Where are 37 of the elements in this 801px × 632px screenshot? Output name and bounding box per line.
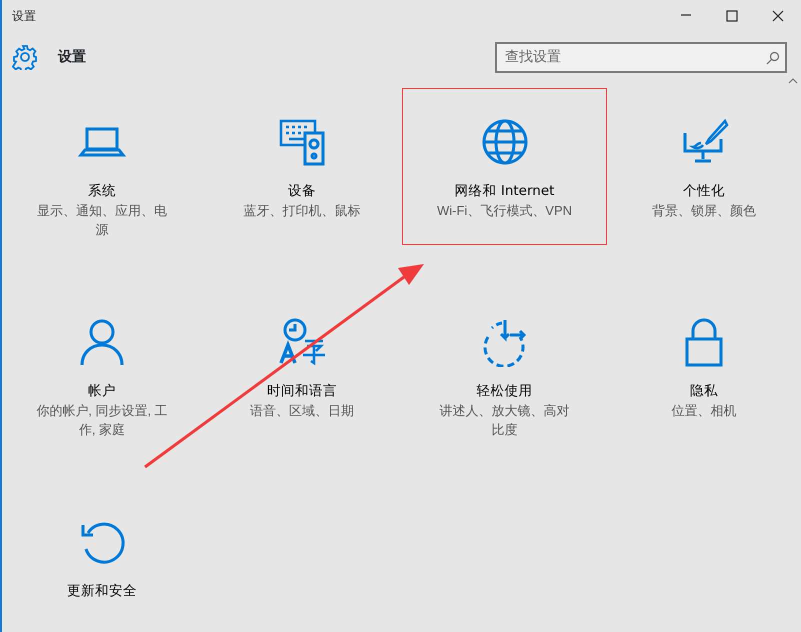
search-field[interactable]: 查找设置: [495, 42, 787, 72]
clock-letters-icon: [277, 317, 327, 367]
settings-tile[interactable]: 轻松使用 讲述人、放大镜、高对比度: [402, 288, 607, 488]
maximize-icon: [726, 10, 738, 22]
close-icon: [772, 10, 784, 22]
settings-tile[interactable]: 设备 蓝牙、打印机、鼠标: [202, 88, 402, 288]
tile-title: 轻松使用: [476, 382, 532, 401]
tile-description: 语音、区域、日期: [249, 402, 355, 420]
settings-tile[interactable]: 系统 显示、通知、应用、电源: [2, 88, 202, 288]
tile-title: 系统: [88, 182, 116, 201]
settings-tile[interactable]: 更新和安全: [2, 488, 202, 632]
tile-description: 位置、相机: [670, 402, 738, 420]
tile-description: 你的帐户, 同步设置, 工作, 家庭: [35, 402, 169, 440]
settings-tile[interactable]: 网络和 Internet Wi-Fi、飞行模式、VPN: [402, 88, 607, 245]
settings-icon: [12, 44, 38, 70]
tile-title: 设备: [288, 182, 316, 201]
tile-description: 蓝牙、打印机、鼠标: [242, 202, 362, 220]
keyboard-speaker-icon: [277, 117, 327, 167]
settings-tile[interactable]: 个性化 背景、锁屏、颜色: [607, 88, 801, 288]
settings-tile[interactable]: 时间和语言 语音、区域、日期: [202, 288, 402, 488]
tile-description: 讲述人、放大镜、高对比度: [438, 402, 570, 440]
settings-tile[interactable]: 隐私 位置、相机: [607, 288, 801, 488]
globe-icon: [480, 117, 530, 167]
tile-title: 更新和安全: [67, 582, 137, 601]
tile-title: 帐户: [88, 382, 116, 401]
page-title: 设置: [58, 48, 87, 66]
search-icon: [766, 50, 780, 64]
scroll-up-icon: [788, 77, 798, 85]
window-title: 设置: [11, 8, 37, 25]
settings-tile[interactable]: 帐户 你的帐户, 同步设置, 工作, 家庭: [2, 288, 202, 488]
tile-description: 背景、锁屏、颜色: [651, 202, 757, 220]
tile-description: Wi-Fi、飞行模式、VPN: [436, 202, 573, 220]
tile-title: 个性化: [683, 182, 725, 201]
tile-description: 显示、通知、应用、电源: [36, 202, 168, 240]
tile-title: 时间和语言: [267, 382, 337, 401]
tile-title: 网络和 Internet: [454, 182, 554, 201]
tile-title: 隐私: [690, 382, 718, 401]
